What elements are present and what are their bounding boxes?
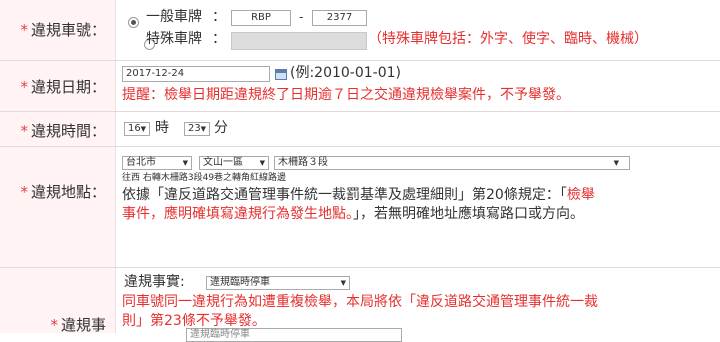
fact-row: * 違規事 違規事實: 違規臨時停車 ▼ 同車號同一違規行為如遭重複檢舉，本局將依「… (0, 268, 720, 342)
road-value: 木柵路３段 (278, 157, 328, 168)
date-label-cell: * 違規日期： (0, 61, 116, 111)
minute-value: 23 (188, 123, 201, 134)
duplicate-warning-line1: 同車號同一違規行為如遭重複檢舉，本局將依「違反道路交通管理事件統一裁 (122, 294, 598, 310)
date-input[interactable]: 2017-12-24 (122, 66, 270, 82)
plate-prefix-input[interactable]: RBP (231, 10, 291, 26)
district-value: 文山一區 (203, 157, 243, 168)
general-plate-radio[interactable] (128, 17, 139, 28)
chevron-down-icon: ▼ (182, 159, 188, 167)
location-note-text-1: 依據「違反道路交通管理事件統一裁罰基準及處理細則」第20條規定：「 (122, 187, 567, 203)
location-note-highlight-2: 事件，應明確填寫違規行為發生地點。 (122, 206, 353, 222)
plate-label-cell: * 違規車號： (0, 0, 116, 60)
violation-report-form: * 違規車號： 一般車牌 ： RBP - 2377 特殊車牌 ： （特殊車牌包括：… (0, 0, 720, 342)
chevron-down-icon: ▼ (200, 125, 206, 133)
second-fact-select[interactable]: 違規臨時停車 (186, 328, 402, 342)
time-label-cell: * 違規時間： (0, 112, 116, 146)
fact-value: 違規臨時停車 (210, 277, 270, 288)
time-row: * 違規時間： 16 ▼ 時 23 ▼ 分 (0, 112, 720, 147)
special-plate-input[interactable] (231, 32, 367, 50)
plate-label: 違規車號 (30, 21, 91, 39)
fact-field-label: 違規事實: (124, 274, 185, 290)
date-example: (例:2010-01-01) (290, 65, 402, 81)
fact-label: 違規事 (60, 316, 106, 334)
hour-value: 16 (128, 123, 141, 134)
special-plate-note: （特殊車牌包括：外字、使字、臨時、機械） (368, 31, 648, 47)
plate-row: * 違規車號： 一般車牌 ： RBP - 2377 特殊車牌 ： （特殊車牌包括：… (0, 0, 720, 61)
date-row: * 違規日期： 2017-12-24 (例:2010-01-01) 提醒：檢舉日期… (0, 61, 720, 112)
required-star: * (20, 183, 28, 201)
city-value: 台北市 (126, 157, 156, 168)
chevron-down-icon: ▼ (613, 159, 619, 167)
fact-select[interactable]: 違規臨時停車 ▼ (206, 276, 350, 290)
plate-number-input[interactable]: 2377 (312, 10, 367, 26)
second-fact-value: 違規臨時停車 (190, 329, 250, 340)
minute-unit: 分 (214, 120, 228, 136)
location-rule-note: 依據「違反道路交通管理事件統一裁罰基準及處理細則」第20條規定：「檢舉 (122, 186, 720, 205)
district-select[interactable]: 文山一區 ▼ (199, 156, 269, 170)
location-note-text-2: 」，若無明確地址應填寫路口或方向。 (353, 206, 584, 222)
required-star: * (20, 78, 28, 96)
city-select[interactable]: 台北市 ▼ (122, 156, 192, 170)
special-plate-label: 特殊車牌 (146, 31, 202, 47)
location-label-cell: * 違規地點： (0, 147, 116, 267)
date-reminder: 提醒：檢舉日期距違規終了日期逾７日之交通違規檢舉案件，不予舉發。 (122, 87, 570, 103)
calendar-icon[interactable] (275, 69, 287, 80)
chevron-down-icon: ▼ (140, 125, 146, 133)
location-label: 違規地點 (30, 183, 91, 201)
road-select[interactable]: 木柵路３段 ▼ (274, 156, 630, 170)
chevron-down-icon: ▼ (259, 159, 265, 167)
required-star: * (20, 21, 28, 39)
location-note-highlight-1: 檢舉 (566, 187, 595, 203)
general-plate-label: 一般車牌 (146, 9, 202, 25)
fact-label-cell: * 違規事 (0, 268, 116, 334)
required-star: * (50, 316, 58, 334)
hour-select[interactable]: 16 ▼ (124, 122, 150, 136)
location-row: * 違規地點： 台北市 ▼ 文山一區 ▼ 木柵路３段 ▼ 往西 右轉木柵路3段49巷之轉… (0, 147, 720, 268)
location-rule-note-line2: 事件，應明確填寫違規行為發生地點。」，若無明確地址應填寫路口或方向。 (122, 205, 720, 224)
address-detail-input[interactable]: 往西 右轉木柵路3段49巷之轉角紅線路邊 (122, 172, 332, 185)
required-star: * (20, 122, 28, 140)
minute-select[interactable]: 23 ▼ (184, 122, 210, 136)
chevron-down-icon: ▼ (340, 279, 346, 287)
hour-unit: 時 (155, 120, 169, 136)
date-label: 違規日期 (30, 78, 91, 96)
time-label: 違規時間 (30, 122, 91, 140)
plate-dash: - (299, 10, 304, 24)
